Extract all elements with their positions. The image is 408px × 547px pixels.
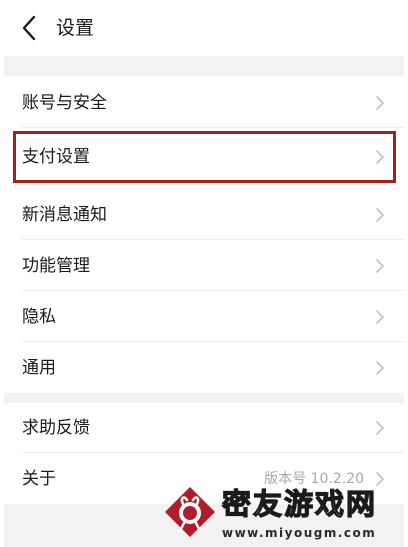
menu-item-label: 通用 (22, 358, 56, 378)
back-button[interactable] (14, 12, 46, 44)
menu-item-feature-management[interactable]: 功能管理 (4, 241, 404, 291)
chevron-right-icon (374, 419, 386, 437)
section-separator (4, 56, 404, 76)
menu-item-label: 账号与安全 (22, 93, 107, 113)
page-title: 设置 (56, 17, 95, 39)
menu-item-privacy[interactable]: 隐私 (4, 292, 404, 342)
menu-item-new-message-notification[interactable]: 新消息通知 (4, 190, 404, 240)
watermark-site-name: 密友游戏网 (221, 486, 378, 521)
menu-item-label: 隐私 (22, 307, 56, 327)
menu-item-help-feedback[interactable]: 求助反馈 (4, 403, 404, 453)
divider (22, 341, 404, 342)
chevron-right-icon (374, 308, 386, 326)
menu-item-label: 支付设置 (22, 147, 90, 167)
top-bar: 设置 (0, 0, 408, 56)
menu-item-general[interactable]: 通用 (4, 343, 404, 393)
chevron-right-icon (374, 359, 386, 377)
menu-item-account-security[interactable]: 账号与安全 (4, 78, 404, 128)
divider (22, 239, 404, 240)
section-separator (4, 393, 404, 403)
menu-item-label: 求助反馈 (22, 418, 90, 438)
divider (22, 290, 404, 291)
chevron-right-icon (374, 257, 386, 275)
chevron-right-icon (374, 148, 386, 166)
chevron-right-icon (374, 94, 386, 112)
menu-item-label: 新消息通知 (22, 205, 107, 225)
chevron-left-icon (22, 15, 36, 41)
divider (22, 452, 404, 453)
watermark-url: www.miyougm.com (222, 526, 377, 540)
chevron-right-icon (374, 206, 386, 224)
menu-item-label: 功能管理 (22, 256, 90, 276)
menu-item-label: 关于 (22, 469, 56, 489)
watermark-logo-icon (164, 486, 216, 538)
divider (22, 127, 404, 128)
menu-item-payment-settings[interactable]: 支付设置 (4, 131, 404, 183)
